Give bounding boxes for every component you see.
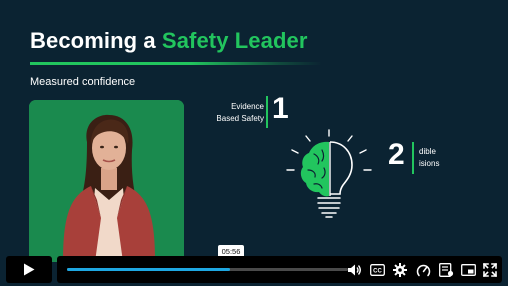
play-button[interactable] [6, 256, 52, 283]
point-1-label: Evidence Based Safety [200, 101, 264, 125]
brain-bulb-icon [286, 129, 372, 218]
point-1-line-2: Based Safety [216, 114, 264, 123]
point-1-divider [266, 96, 268, 128]
fullscreen-icon [483, 263, 497, 277]
closed-captions-icon: CC [369, 264, 385, 276]
player-controls: CC [0, 254, 508, 286]
title-accent: Safety Leader [161, 28, 308, 53]
settings-button[interactable] [392, 262, 408, 278]
point-2-line-2: isions [419, 159, 440, 168]
title-underline [30, 62, 322, 65]
play-icon [24, 263, 35, 276]
point-1-number: 1 [272, 92, 289, 125]
point-2-divider [412, 142, 414, 174]
slide-subtitle: Measured confidence [30, 76, 136, 88]
picture-in-picture-icon [460, 264, 476, 276]
fullscreen-button[interactable] [482, 262, 498, 278]
seek-bar-progress [67, 268, 230, 271]
title-prefix: Becoming a [30, 28, 162, 53]
point-1-line-1: Evidence [231, 102, 264, 111]
chapters-button[interactable] [438, 262, 454, 278]
slide-title: Becoming a Safety Leader [30, 28, 308, 54]
video-frame[interactable]: Becoming a Safety Leader Measured confid… [0, 0, 508, 286]
svg-text:CC: CC [373, 269, 382, 275]
settings-gear-icon [393, 263, 407, 277]
playback-speed-button[interactable] [415, 262, 431, 278]
point-2-label: dible isions [419, 146, 459, 170]
presenter-video [29, 100, 184, 262]
control-bar: CC [57, 256, 502, 283]
volume-button[interactable] [346, 262, 362, 278]
volume-icon [347, 264, 361, 276]
picture-in-picture-button[interactable] [460, 262, 476, 278]
chapters-icon [438, 263, 453, 277]
point-2-number: 2 [388, 138, 405, 171]
seek-bar[interactable] [67, 268, 348, 271]
closed-captions-button[interactable]: CC [369, 262, 385, 278]
presenter-illustration [29, 100, 184, 262]
playback-speed-icon [416, 264, 430, 276]
point-2-line-1: dible [419, 147, 436, 156]
